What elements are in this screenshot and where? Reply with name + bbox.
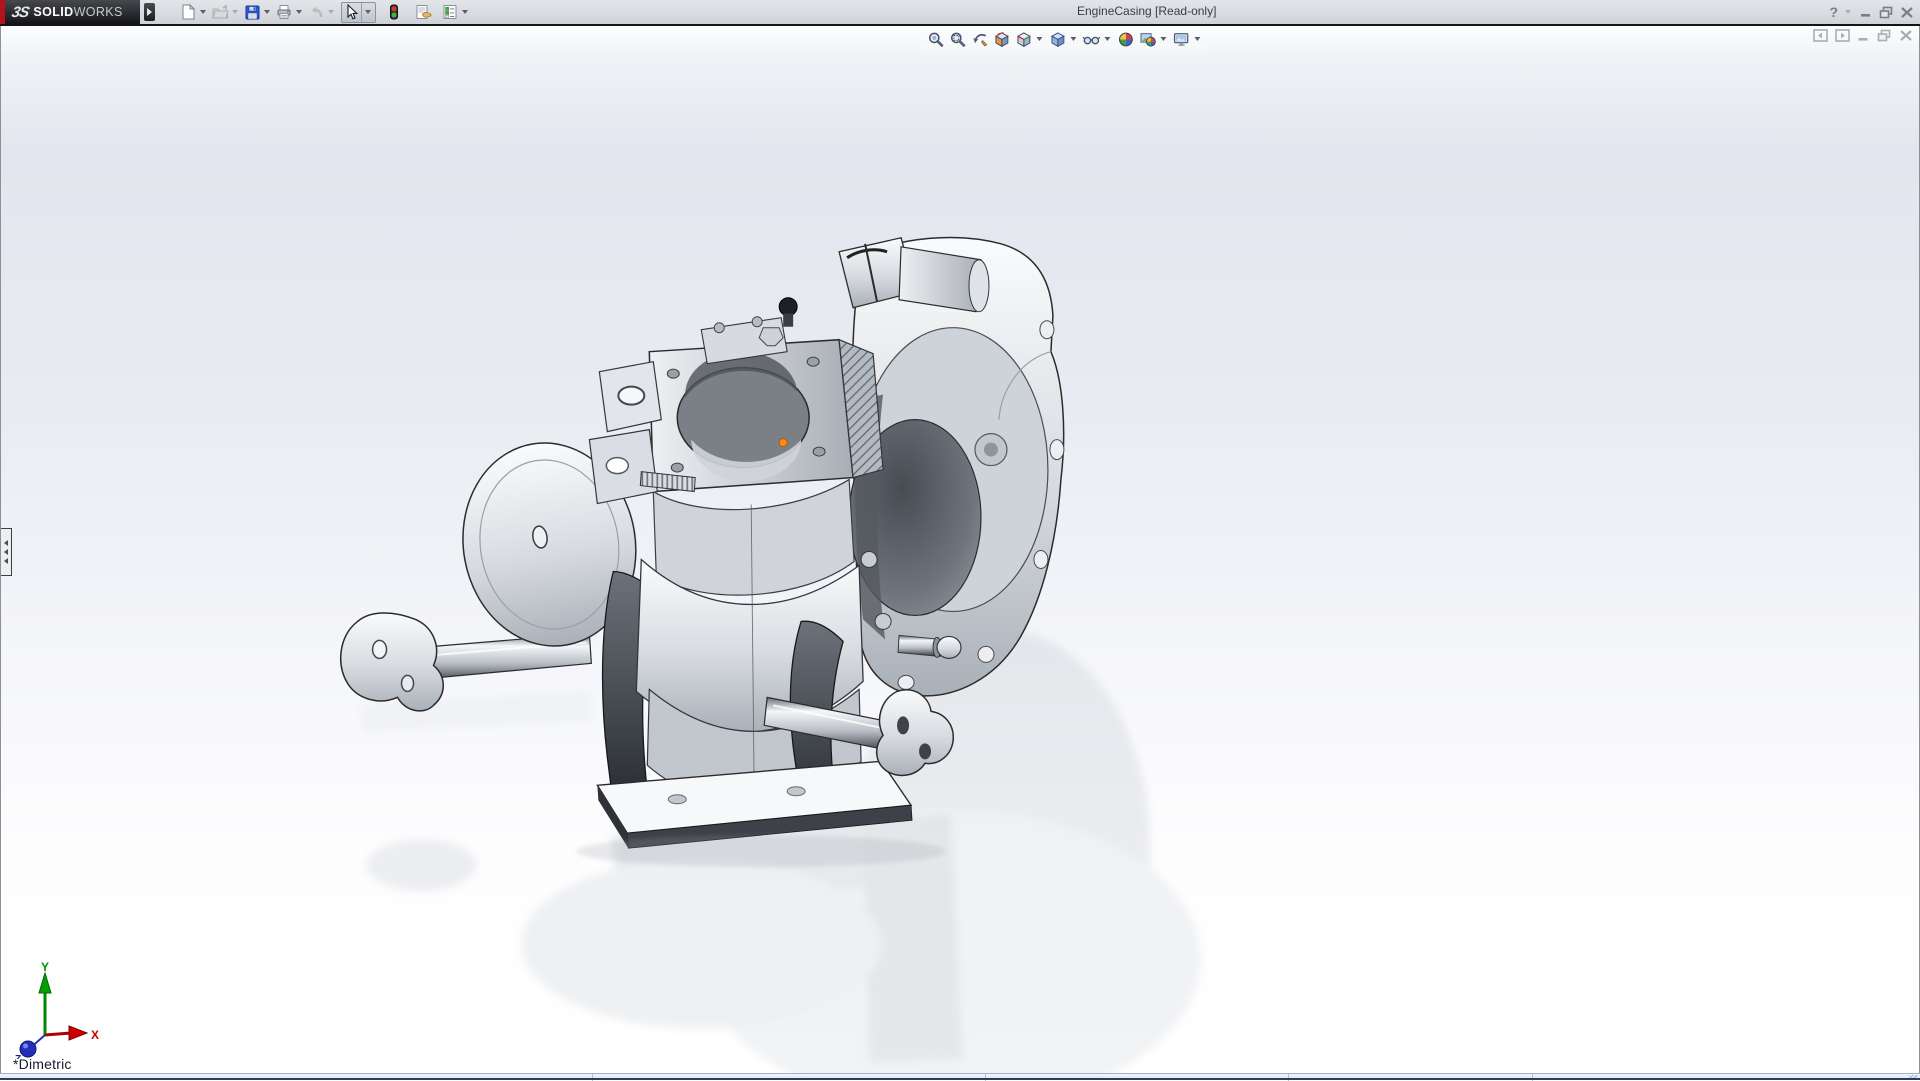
new-document-icon: [181, 4, 196, 20]
options-button[interactable]: [440, 2, 460, 22]
undo-button[interactable]: [306, 2, 326, 22]
rebuild-button[interactable]: [384, 2, 404, 22]
print-icon: [276, 4, 292, 20]
save-button[interactable]: [242, 2, 262, 22]
selected-vertex-marker[interactable]: [779, 439, 787, 447]
view-orientation-label: *Dimetric: [13, 1056, 72, 1072]
brand-accent-stripe: [0, 0, 5, 24]
dropdown-arrow-icon: [365, 10, 371, 14]
dropdown-arrow-icon[interactable]: [232, 10, 238, 14]
dropdown-arrow-icon[interactable]: [200, 10, 206, 14]
flyout-arrow-icon: [147, 8, 152, 16]
triad-x-label: X: [91, 1028, 99, 1042]
dropdown-arrow-icon[interactable]: [462, 10, 468, 14]
rebuild-traffic-light-icon: [387, 4, 401, 20]
triad-y-arrow: [39, 973, 51, 993]
engine-casing-model[interactable]: [1, 26, 1920, 1073]
file-properties-button[interactable]: [413, 2, 433, 22]
close-button[interactable]: [1900, 6, 1914, 19]
dropdown-arrow-icon[interactable]: [296, 10, 302, 14]
title-bar: 3S SOLIDWORKS: [0, 0, 1920, 24]
window-title: EngineCasing [Read-only]: [1077, 4, 1277, 18]
options-icon: [442, 4, 458, 20]
minimize-button[interactable]: [1860, 6, 1873, 18]
brand-name-bold: SOLID: [33, 5, 73, 19]
brand-name-light: WORKS: [74, 5, 123, 19]
dropdown-arrow-icon[interactable]: [264, 10, 270, 14]
dassault-logo-icon: 3S: [10, 4, 30, 21]
select-cursor-icon: [343, 4, 359, 21]
carburetor-flange[interactable]: [649, 340, 883, 492]
save-icon: [245, 5, 260, 20]
acorn-nut: [937, 636, 961, 658]
rod-end-flange: [341, 613, 444, 711]
triad-y-label: Y: [41, 960, 49, 974]
open-document-icon: [212, 5, 229, 20]
restore-button[interactable]: [1879, 6, 1894, 19]
solidworks-logo: 3S SOLIDWORKS: [0, 0, 140, 24]
triad-z-ball: [20, 1041, 36, 1057]
select-tool-button[interactable]: [341, 2, 376, 23]
new-document-button[interactable]: [178, 2, 198, 22]
print-button[interactable]: [274, 2, 294, 22]
open-document-button[interactable]: [210, 2, 230, 22]
standard-toolbar: [177, 0, 471, 24]
undo-icon: [308, 4, 325, 20]
status-bar: [0, 1073, 1920, 1080]
dropdown-arrow-icon[interactable]: [328, 10, 334, 14]
select-tool-dropdown[interactable]: [361, 3, 374, 22]
triad-x-arrow: [69, 1026, 87, 1040]
file-properties-icon: [415, 4, 432, 20]
reference-triad: Y X Z: [7, 959, 103, 1059]
contact-shadow: [576, 835, 946, 867]
titlebar-controls: ?: [1829, 0, 1914, 24]
help-button[interactable]: ?: [1829, 4, 1838, 20]
graphics-viewport[interactable]: Y X Z *Dimetric: [0, 26, 1920, 1073]
help-dropdown-arrow-icon[interactable]: [1845, 10, 1851, 14]
menu-expand-button[interactable]: [144, 3, 155, 21]
